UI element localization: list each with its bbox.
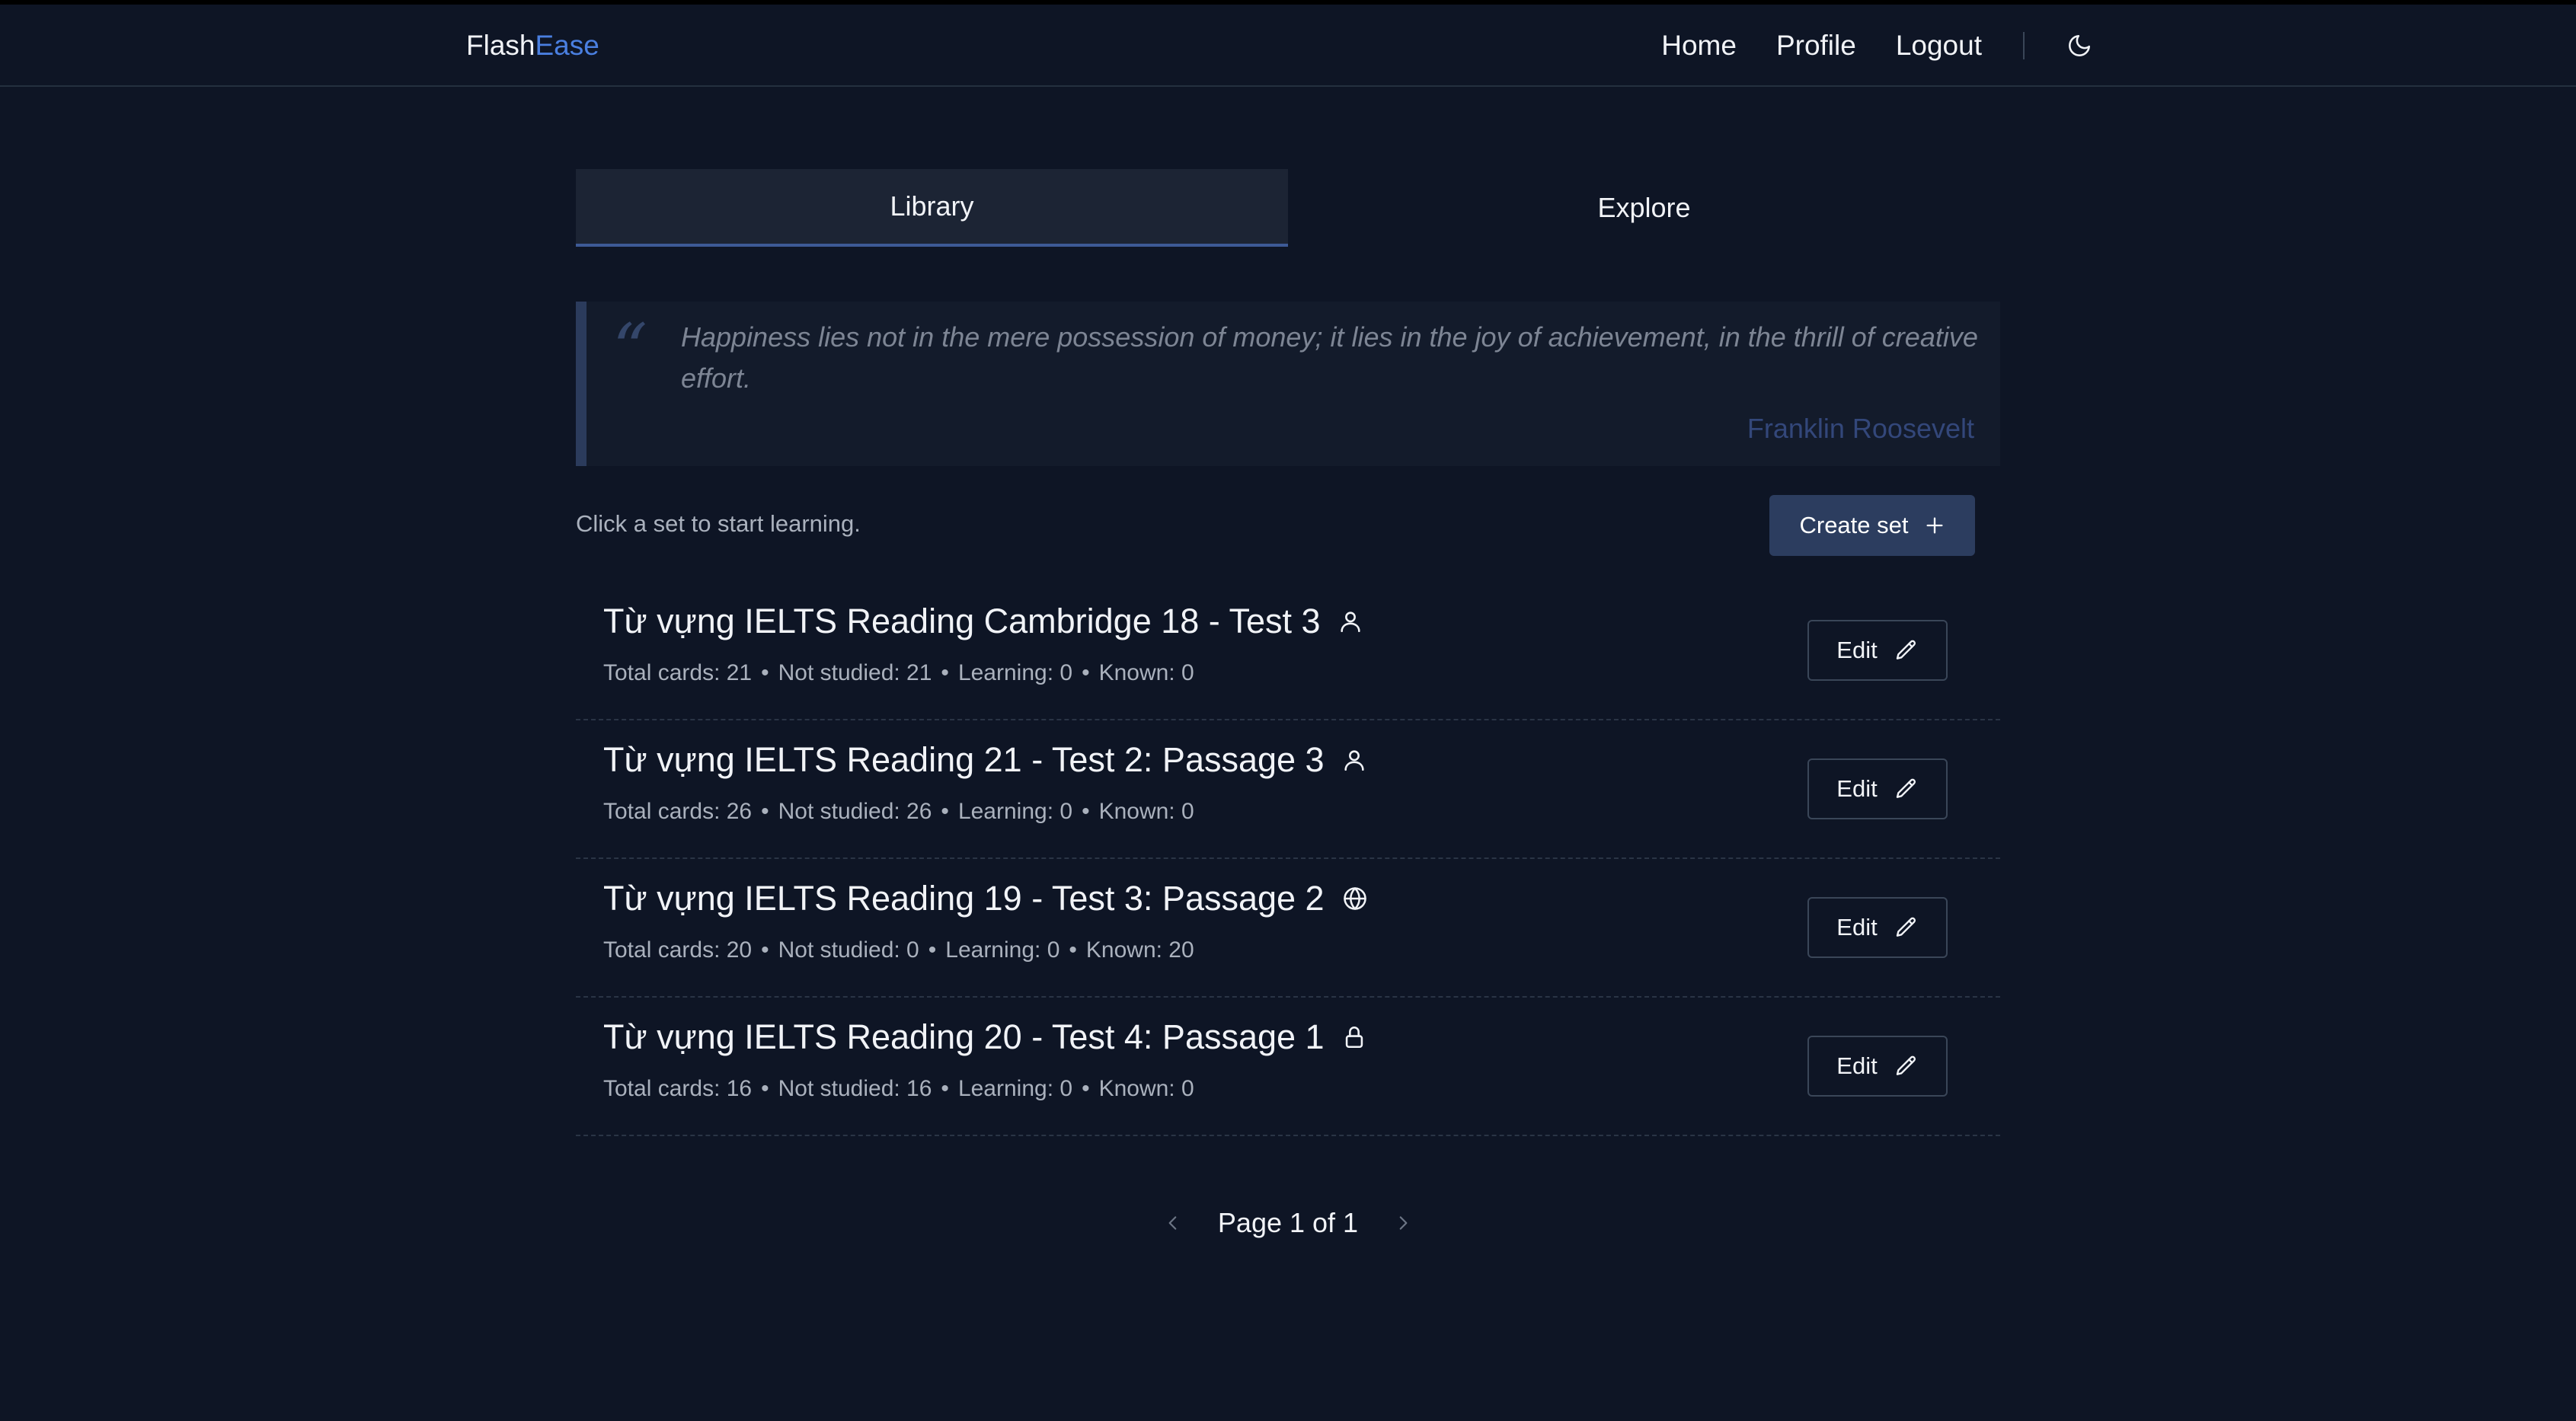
stat-learning: Learning: 0 [945,937,1060,963]
set-title[interactable]: Từ vựng IELTS Reading 20 - Test 4: Passa… [603,1014,1367,1060]
set-stats: Total cards: 16 • Not studied: 16 • Learning… [603,1076,1194,1101]
edit-button[interactable]: Edit [1807,1036,1948,1097]
user-icon [1338,608,1363,634]
stat-not-studied: Not studied: 0 [778,937,919,963]
tab-bar: Library Explore [576,169,2000,247]
stat-not-studied: Not studied: 16 [778,1076,932,1101]
set-stats: Total cards: 21 • Not studied: 21 • Learning… [603,660,1194,685]
next-page-button[interactable] [1388,1208,1418,1238]
moon-icon [2069,34,2091,56]
quote-mark-icon: “ [612,309,648,389]
page-indicator: Page 1 of 1 [1217,1207,1359,1238]
theme-toggle-button[interactable] [2063,29,2096,62]
pencil-icon [1894,777,1919,801]
set-title[interactable]: Từ vựng IELTS Reading 21 - Test 2: Passa… [603,737,1367,783]
quote-block: “ Happiness lies not in the mere possess… [576,302,2000,466]
tab-explore[interactable]: Explore [1288,169,2000,247]
learning-hint: Click a set to start learning. [576,510,861,537]
stat-learning: Learning: 0 [957,799,1073,824]
edit-label: Edit [1836,637,1878,663]
pencil-icon [1894,915,1919,940]
stat-total: Total cards: 16 [603,1076,753,1101]
stat-known: Known: 0 [1098,1076,1194,1101]
nav-links: Home Profile Logout [1622,27,2096,64]
chevron-right-icon [1399,1216,1408,1230]
quote-author: Franklin Roosevelt [1747,413,1974,444]
set-title[interactable]: Từ vựng IELTS Reading 19 - Test 3: Passa… [603,876,1369,921]
set-title-text: Từ vựng IELTS Reading 19 - Test 3: Passa… [603,879,1325,918]
stat-known: Known: 0 [1098,660,1194,685]
nav-link-home[interactable]: Home [1661,27,1737,64]
navbar: FlashEase Home Profile Logout [0,5,2576,87]
stat-not-studied: Not studied: 21 [778,660,932,685]
globe-icon [1341,885,1369,912]
stat-learning: Learning: 0 [957,1076,1073,1101]
set-row[interactable]: Từ vựng IELTS Reading Cambridge 18 - Tes… [576,582,2000,720]
edit-button[interactable]: Edit [1807,620,1948,681]
stat-known: Known: 20 [1085,937,1194,963]
plus-icon [1924,515,1945,536]
create-set-button[interactable]: Create set [1769,495,1975,556]
stat-total: Total cards: 20 [603,937,753,963]
set-stats: Total cards: 26 • Not studied: 26 • Learning… [603,799,1194,824]
set-title-text: Từ vựng IELTS Reading Cambridge 18 - Tes… [603,602,1321,640]
nav-link-logout[interactable]: Logout [1896,27,1982,64]
stat-total: Total cards: 21 [603,660,753,685]
create-set-label: Create set [1799,512,1909,538]
set-row[interactable]: Từ vựng IELTS Reading 20 - Test 4: Passa… [576,998,2000,1136]
user-icon [1341,747,1367,773]
edit-button[interactable]: Edit [1807,897,1948,958]
set-title-text: Từ vựng IELTS Reading 21 - Test 2: Passa… [603,740,1325,779]
chevron-left-icon [1168,1216,1177,1230]
lock-icon [1341,1024,1367,1050]
set-list: Từ vựng IELTS Reading Cambridge 18 - Tes… [576,582,2000,1136]
stat-total: Total cards: 26 [603,799,753,824]
prev-page-button[interactable] [1158,1208,1188,1238]
edit-label: Edit [1836,775,1878,802]
stat-learning: Learning: 0 [957,660,1073,685]
nav-divider [2023,32,2025,59]
edit-button[interactable]: Edit [1807,758,1948,819]
brand-name-part2: Ease [535,30,599,61]
stat-known: Known: 0 [1098,799,1194,824]
set-row[interactable]: Từ vựng IELTS Reading 21 - Test 2: Passa… [576,720,2000,859]
brand-logo[interactable]: FlashEase [466,29,599,62]
nav-link-profile[interactable]: Profile [1776,27,1856,64]
edit-label: Edit [1836,914,1878,940]
tab-library[interactable]: Library [576,169,1288,247]
edit-label: Edit [1836,1052,1878,1079]
brand-name-part1: Flash [466,30,535,61]
set-stats: Total cards: 20 • Not studied: 0 • Learning:… [603,937,1194,963]
pencil-icon [1894,638,1919,663]
set-title[interactable]: Từ vựng IELTS Reading Cambridge 18 - Tes… [603,599,1363,644]
quote-text: Happiness lies not in the mere possessio… [681,321,1978,394]
stat-not-studied: Not studied: 26 [778,799,932,824]
set-title-text: Từ vựng IELTS Reading 20 - Test 4: Passa… [603,1017,1325,1056]
pagination: Page 1 of 1 [1158,1203,1418,1243]
pencil-icon [1894,1054,1919,1078]
set-row[interactable]: Từ vựng IELTS Reading 19 - Test 3: Passa… [576,859,2000,998]
